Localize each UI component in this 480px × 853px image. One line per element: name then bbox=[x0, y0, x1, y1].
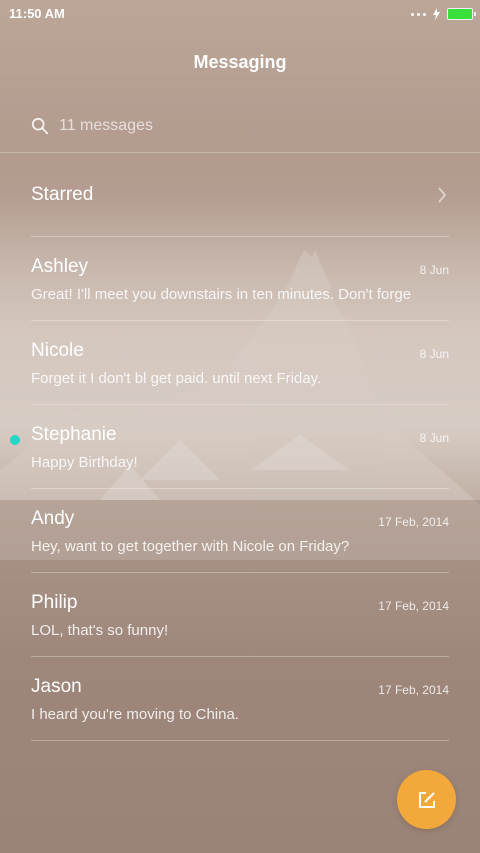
message-preview: Forget it I don't bl get paid. until nex… bbox=[31, 370, 322, 387]
chevron-right-icon bbox=[438, 186, 447, 203]
message-sender: Stephanie bbox=[31, 424, 117, 445]
message-date: 8 Jun bbox=[419, 347, 449, 361]
message-sender: Philip bbox=[31, 592, 78, 613]
status-icons bbox=[411, 7, 476, 21]
message-row-andy[interactable]: Andy 17 Feb, 2014 Hey, want to get toget… bbox=[31, 489, 449, 573]
unread-indicator bbox=[10, 435, 20, 445]
page-title: Messaging bbox=[193, 52, 287, 72]
message-sender: Jason bbox=[31, 676, 82, 697]
status-bar: 11:50 AM bbox=[0, 0, 480, 28]
message-sender: Nicole bbox=[31, 340, 84, 361]
message-preview: I heard you're moving to China. bbox=[31, 706, 239, 723]
charging-icon bbox=[433, 8, 440, 20]
message-preview: Happy Birthday! bbox=[31, 454, 138, 471]
battery-icon bbox=[447, 8, 476, 20]
message-row-nicole[interactable]: Nicole 8 Jun Forget it I don't bl get pa… bbox=[31, 321, 449, 405]
starred-label: Starred bbox=[31, 183, 94, 205]
message-preview: LOL, that's so funny! bbox=[31, 622, 169, 639]
starred-row[interactable]: Starred bbox=[31, 153, 449, 237]
message-date: 17 Feb, 2014 bbox=[378, 599, 449, 613]
status-time: 11:50 AM bbox=[9, 6, 65, 21]
search-bar[interactable] bbox=[31, 108, 449, 144]
search-input[interactable] bbox=[59, 117, 399, 135]
message-row-stephanie[interactable]: Stephanie 8 Jun Happy Birthday! bbox=[10, 405, 449, 489]
message-row-philip[interactable]: Philip 17 Feb, 2014 LOL, that's so funny… bbox=[31, 573, 449, 657]
message-row-jason[interactable]: Jason 17 Feb, 2014 I heard you're moving… bbox=[31, 657, 449, 741]
message-sender: Ashley bbox=[31, 256, 89, 277]
compose-icon bbox=[418, 791, 435, 808]
more-dots-icon bbox=[411, 12, 426, 16]
message-date: 17 Feb, 2014 bbox=[378, 683, 449, 697]
message-list: Ashley 8 Jun Great! I'll meet you downst… bbox=[10, 237, 449, 741]
compose-button[interactable] bbox=[397, 770, 456, 829]
message-sender: Andy bbox=[31, 508, 75, 529]
message-date: 8 Jun bbox=[419, 263, 449, 277]
message-preview: Great! I'll meet you downstairs in ten m… bbox=[31, 286, 412, 303]
message-date: 8 Jun bbox=[419, 431, 449, 445]
search-icon bbox=[31, 117, 49, 135]
message-date: 17 Feb, 2014 bbox=[378, 515, 449, 529]
message-preview: Hey, want to get together with Nicole on… bbox=[31, 538, 350, 555]
message-row-ashley[interactable]: Ashley 8 Jun Great! I'll meet you downst… bbox=[31, 237, 449, 321]
